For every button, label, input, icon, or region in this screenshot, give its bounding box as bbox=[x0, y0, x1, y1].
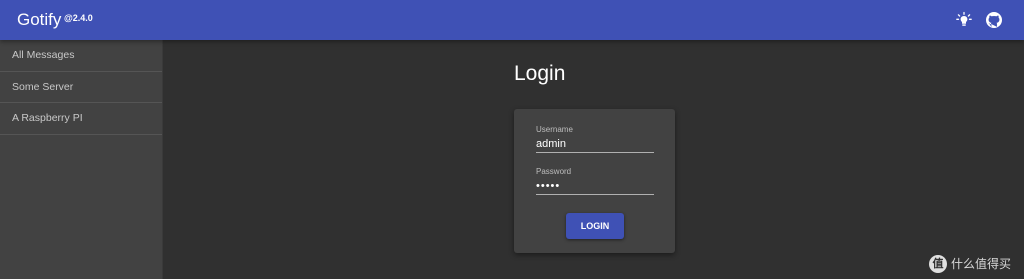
sidebar-item-some-server[interactable]: Some Server bbox=[0, 72, 162, 103]
username-label: Username bbox=[536, 125, 573, 134]
page-title: Login bbox=[514, 62, 566, 85]
lightbulb-icon[interactable] bbox=[955, 11, 973, 29]
login-card: Username Password LOGIN bbox=[514, 109, 675, 253]
app-version: @2.4.0 bbox=[64, 13, 93, 23]
main-content: Login Username Password LOGIN bbox=[163, 40, 1024, 279]
login-button[interactable]: LOGIN bbox=[566, 213, 624, 239]
app-bar: Gotify @2.4.0 bbox=[0, 0, 1024, 40]
password-label: Password bbox=[536, 167, 572, 176]
password-field[interactable] bbox=[536, 177, 654, 195]
github-icon[interactable] bbox=[985, 11, 1003, 29]
app-title[interactable]: Gotify bbox=[17, 10, 61, 30]
sidebar-item-all-messages[interactable]: All Messages bbox=[0, 40, 162, 72]
watermark-text: 什么值得买 bbox=[951, 257, 1012, 271]
watermark-logo: 值 bbox=[929, 255, 947, 273]
username-field[interactable] bbox=[536, 135, 654, 153]
sidebar-item-a-raspberry-pi[interactable]: A Raspberry PI bbox=[0, 103, 162, 135]
watermark: 值什么值得买 bbox=[929, 255, 1011, 273]
sidebar: All Messages Some Server A Raspberry PI bbox=[0, 40, 163, 279]
